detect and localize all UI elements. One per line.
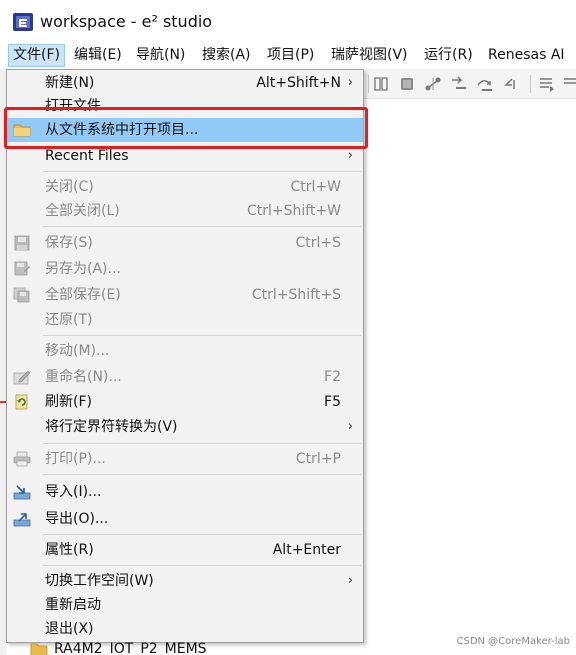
connect-icon[interactable] <box>424 75 442 93</box>
menu-item-label: 重新启动 <box>45 597 101 613</box>
menu-item-shortcut: Ctrl+Shift+S <box>251 287 341 303</box>
watermark: CSDN @CoreMaker-lab <box>456 636 570 647</box>
menu-separator <box>43 565 361 566</box>
menu-item-restart[interactable]: 重新启动 <box>7 593 363 617</box>
menu-separator <box>43 534 361 535</box>
project-name: RA4M2_IOT_P2_MEMS <box>54 641 207 655</box>
save-all-icon <box>13 287 30 303</box>
menu-project[interactable]: 项目(P) <box>263 44 318 67</box>
step-return-icon[interactable] <box>502 75 520 93</box>
menu-item-shortcut: Ctrl+Shift+W <box>246 203 341 219</box>
menu-search[interactable]: 搜索(A) <box>198 44 255 67</box>
submenu-arrow-icon: › <box>347 75 353 90</box>
menu-item-shortcut: Ctrl+W <box>290 179 341 195</box>
toolbar-separator <box>530 75 531 93</box>
menu-separator <box>43 226 361 227</box>
menu-item-shortcut: F5 <box>324 394 341 410</box>
menu-item-shortcut: Alt+Enter <box>272 542 341 558</box>
columns-icon[interactable] <box>372 75 390 93</box>
rename-icon <box>13 370 31 385</box>
title-bar: workspace - e² studio <box>0 0 576 42</box>
submenu-arrow-icon: › <box>347 573 353 588</box>
submenu-arrow-icon: › <box>347 419 353 434</box>
menu-item-properties[interactable]: 属性(R) Alt+Enter <box>7 538 363 562</box>
menu-item-save[interactable]: 保存(S) Ctrl+S <box>7 231 363 255</box>
file-menu-dropdown: 新建(N) Alt+Shift+N › 打开文件 从文件系统中打开项目... R… <box>6 69 364 643</box>
menu-item-close-all[interactable]: 全部关闭(L) Ctrl+Shift+W <box>7 199 363 223</box>
menu-item-label: 退出(X) <box>45 621 94 637</box>
project-folder-icon <box>30 643 48 655</box>
menu-file[interactable]: 文件(F) <box>8 44 65 67</box>
menu-renesas-views[interactable]: 瑞萨视图(V) <box>327 44 412 67</box>
menu-item-shortcut: Ctrl+S <box>295 235 341 251</box>
menu-item-shortcut: Alt+Shift+N <box>256 75 341 91</box>
menu-item-label: 将行定界符转换为(V) <box>45 419 178 435</box>
menu-item-revert[interactable]: 还原(T) <box>7 308 363 332</box>
menu-separator <box>43 335 361 336</box>
stop-icon[interactable] <box>398 75 416 93</box>
menu-item-convert-line-delimiters[interactable]: 将行定界符转换为(V) › <box>7 415 363 439</box>
menu-item-label: 切换工作空间(W) <box>45 573 154 589</box>
refresh-icon <box>15 394 28 410</box>
menu-item-move[interactable]: 移动(M)... <box>7 339 363 363</box>
menu-edit[interactable]: 编辑(E) <box>70 44 126 67</box>
menu-item-shortcut: Ctrl+P <box>295 451 341 467</box>
menu-item-save-as[interactable]: 另存为(A)... <box>7 257 363 281</box>
menu-item-label: 刷新(F) <box>45 394 92 410</box>
menu-item-label: 另存为(A)... <box>45 261 121 277</box>
list-icon[interactable] <box>538 75 556 93</box>
menu-item-label: 全部关闭(L) <box>45 203 120 219</box>
menu-item-exit[interactable]: 退出(X) <box>7 617 363 641</box>
more-icon[interactable] <box>562 75 576 93</box>
save-icon <box>14 235 30 251</box>
menu-item-label: 保存(S) <box>45 235 93 251</box>
menu-item-new[interactable]: 新建(N) Alt+Shift+N › <box>7 71 363 95</box>
menu-item-close[interactable]: 关闭(C) Ctrl+W <box>7 175 363 199</box>
annotation-highlight-box <box>4 107 368 149</box>
menu-separator <box>43 443 361 444</box>
step-over-icon[interactable] <box>476 75 494 93</box>
menu-item-label: 属性(R) <box>45 542 94 558</box>
menu-item-switch-workspace[interactable]: 切换工作空间(W) › <box>7 569 363 593</box>
menu-item-export[interactable]: 导出(O)... <box>7 507 363 531</box>
print-icon <box>13 451 31 467</box>
menu-item-label: 移动(M)... <box>45 343 110 359</box>
menu-item-rename[interactable]: 重命名(N)... F2 <box>7 365 363 389</box>
menu-item-label: 全部保存(E) <box>45 287 121 303</box>
menu-bar: 文件(F) 编辑(E) 导航(N) 搜索(A) 项目(P) 瑞萨视图(V) 运行… <box>0 42 576 69</box>
menu-item-save-all[interactable]: 全部保存(E) Ctrl+Shift+S <box>7 283 363 307</box>
menu-separator <box>43 171 361 172</box>
save-as-icon <box>14 261 30 276</box>
menu-item-label: 关闭(C) <box>45 179 94 195</box>
menu-item-label: 重命名(N)... <box>45 369 122 385</box>
menu-renesas-ai[interactable]: Renesas AI <box>484 44 569 67</box>
menu-item-label: 导出(O)... <box>45 511 109 527</box>
menu-item-label: 新建(N) <box>45 75 95 91</box>
menu-item-import[interactable]: 导入(I)... <box>7 480 363 504</box>
toolbar-separator <box>368 75 369 93</box>
menu-item-shortcut: F2 <box>324 369 341 385</box>
step-into-icon[interactable] <box>450 75 468 93</box>
menu-separator <box>43 474 361 475</box>
e2-studio-app-icon <box>13 13 33 31</box>
window-title: workspace - e² studio <box>40 12 213 31</box>
menu-navigate[interactable]: 导航(N) <box>132 44 189 67</box>
menu-item-print[interactable]: 打印(P)... Ctrl+P <box>7 447 363 471</box>
menu-run[interactable]: 运行(R) <box>420 44 477 67</box>
import-icon <box>13 485 31 500</box>
main-toolbar <box>364 69 576 99</box>
menu-item-label: 打印(P)... <box>45 451 106 467</box>
menu-item-label: 还原(T) <box>45 312 93 328</box>
export-icon <box>13 513 31 527</box>
menu-item-refresh[interactable]: 刷新(F) F5 <box>7 390 363 414</box>
menu-item-label: 导入(I)... <box>45 484 102 500</box>
